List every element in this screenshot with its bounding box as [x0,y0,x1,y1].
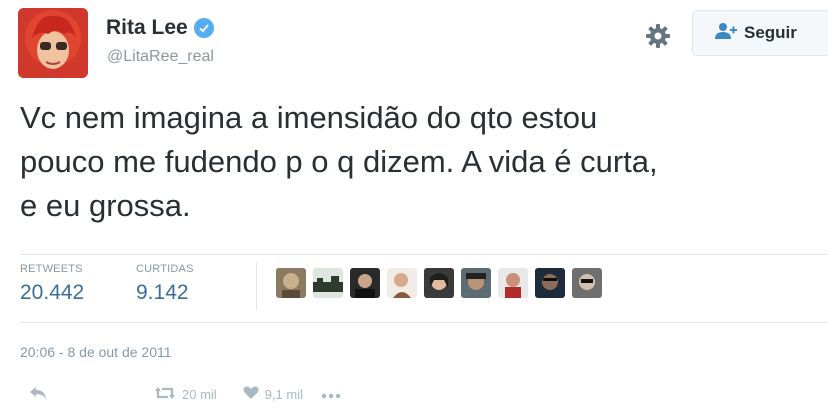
liker-avatar[interactable] [498,268,528,298]
like-button[interactable]: 9,1 mil [243,386,303,403]
divider [20,254,828,255]
retweet-button[interactable]: 20 mil [154,386,217,403]
liker-avatar[interactable] [350,268,380,298]
stats-separator [256,262,257,310]
liker-avatar[interactable] [276,268,306,298]
tweet-line: pouco me fudendo p o q dizem. A vida é c… [20,144,658,179]
tweet-actions: 20 mil 9,1 mil [20,386,341,403]
retweets-stat[interactable]: RETWEETS 20.442 [20,263,84,305]
reply-icon [28,386,48,403]
liker-avatar[interactable] [424,268,454,298]
liker-avatar[interactable] [572,268,602,298]
liker-avatar[interactable] [313,268,343,298]
more-icon [321,387,341,402]
liker-avatar[interactable] [535,268,565,298]
retweet-icon [154,386,176,403]
user-handle[interactable]: @LitaRee_real [107,48,214,66]
reply-button[interactable] [28,386,48,403]
retweets-count: 20.442 [20,281,85,304]
user-name[interactable]: Rita Lee [106,16,188,40]
likes-label: CURTIDAS [136,263,194,275]
follow-button[interactable]: Seguir [692,10,828,56]
likes-stat[interactable]: CURTIDAS 9.142 [136,263,194,305]
likes-count: 9.142 [136,281,189,304]
tweet-timestamp[interactable]: 20:06 - 8 de out de 2011 [20,344,172,360]
liker-avatar[interactable] [461,268,491,298]
avatar[interactable] [18,8,88,78]
add-user-icon [715,22,737,45]
verified-badge-icon [193,18,214,38]
divider [20,322,828,323]
tweet-line: Vc nem imagina a imensidão do qto estou [20,100,598,135]
retweet-count: 20 mil [182,387,217,402]
liker-avatar[interactable] [387,268,417,298]
tweet-text: Vc nem imagina a imensidão do qto estou … [20,96,820,228]
tweet-line: e eu grossa. [20,188,191,223]
liker-avatars [276,268,602,298]
heart-icon [243,386,259,403]
follow-button-label: Seguir [744,23,797,42]
like-count: 9,1 mil [264,387,303,402]
gear-icon[interactable] [644,22,672,50]
retweets-label: RETWEETS [20,263,83,275]
more-button[interactable] [321,387,341,402]
user-name-row[interactable]: Rita Lee [106,16,214,40]
